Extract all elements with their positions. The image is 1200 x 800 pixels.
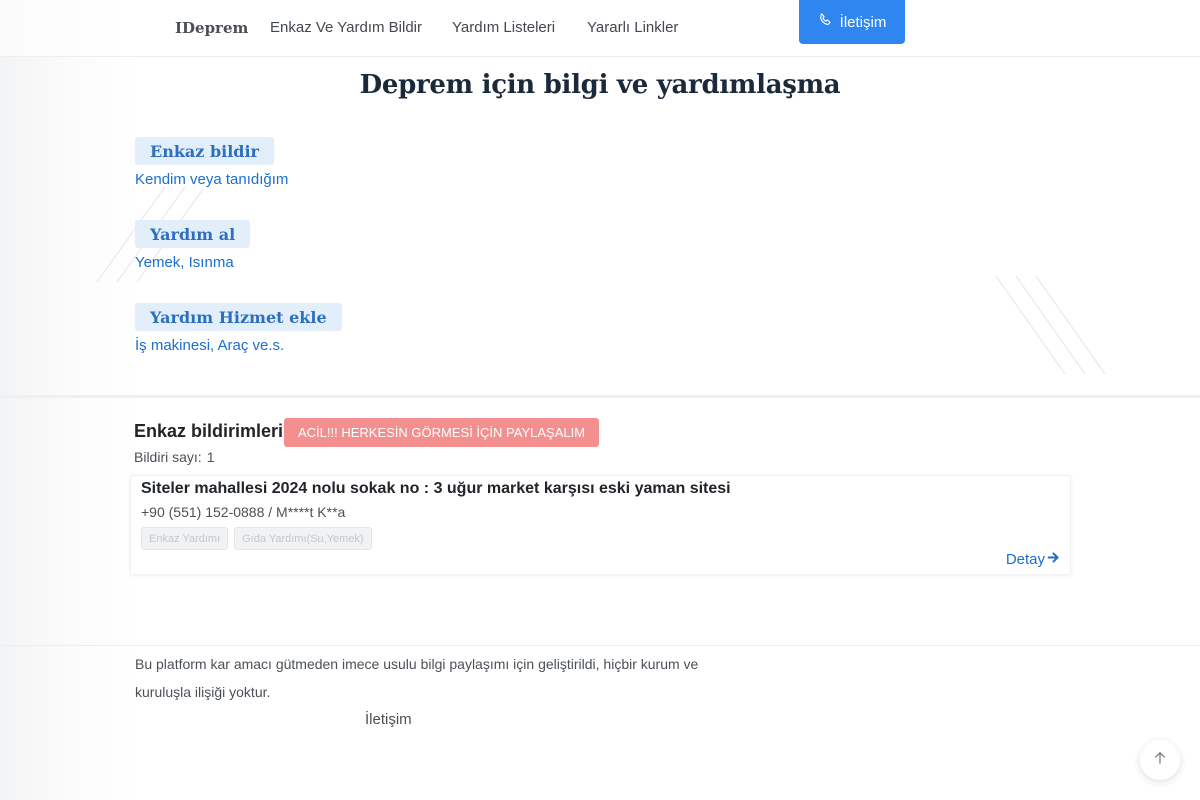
- footer-disclaimer: Bu platform kar amacı gütmeden imece usu…: [135, 656, 699, 700]
- tag-debris-help: Enkaz Yardımı: [141, 527, 229, 550]
- add-service-button[interactable]: Yardım Hizmet ekle: [135, 303, 342, 331]
- report-count-value: 1: [206, 449, 215, 465]
- urgent-share-button[interactable]: ACİL!!! HERKESİN GÖRMESİ İÇİN PAYLAŞALIM: [284, 418, 600, 447]
- nav-link-help-lists[interactable]: Yardım Listeleri: [452, 19, 555, 36]
- report-count-label: Bildiri sayı:: [134, 449, 202, 465]
- nav-link-useful-links[interactable]: Yararlı Linkler: [587, 19, 678, 36]
- report-card[interactable]: Siteler mahallesi 2024 nolu sokak no : 3…: [130, 475, 1071, 575]
- contact-button-label: İletişim: [839, 13, 887, 31]
- brand-logo[interactable]: IDeprem: [175, 19, 248, 37]
- detail-label: Detay: [1005, 551, 1045, 568]
- report-count: Bildiri sayı: 1: [134, 449, 214, 465]
- reports-heading: Enkaz bildirimleri -: [134, 421, 295, 441]
- report-debris-button[interactable]: Enkaz bildir: [135, 137, 274, 165]
- detail-link[interactable]: Detay: [1006, 551, 1060, 568]
- nav-link-report[interactable]: Enkaz Ve Yardım Bildir: [270, 19, 422, 36]
- add-service-subtitle[interactable]: İş makinesi, Araç ve.s.: [135, 337, 342, 354]
- page-title: Deprem için bilgi ve yardımlaşma: [359, 70, 841, 100]
- scroll-to-top-button[interactable]: [1140, 740, 1180, 780]
- report-address: Siteler mahallesi 2024 nolu sokak no : 3…: [141, 480, 731, 497]
- report-contact: +90 (551) 152-0888 / M****t K**a: [141, 504, 346, 520]
- get-help-button[interactable]: Yardım al: [135, 220, 251, 248]
- arrow-right-icon: [1047, 551, 1060, 568]
- action-get-help: Yardım al Yemek, Isınma: [135, 220, 251, 271]
- footer-contact-link[interactable]: İletişim: [365, 711, 412, 728]
- contact-button[interactable]: İletişim: [799, 0, 905, 44]
- action-add-service: Yardım Hizmet ekle İş makinesi, Araç ve.…: [135, 303, 342, 354]
- get-help-subtitle[interactable]: Yemek, Isınma: [135, 254, 250, 271]
- phone-icon: [818, 13, 832, 31]
- report-tags: Enkaz Yardımı Gıda Yardımı(Su,Yemek): [141, 527, 372, 550]
- arrow-up-icon: [1153, 751, 1167, 770]
- navbar: IDeprem Enkaz Ve Yardım Bildir Yardım Li…: [0, 0, 1200, 57]
- action-report-debris: Enkaz bildir Kendim veya tanıdığım: [135, 137, 288, 188]
- tag-food-help: Gıda Yardımı(Su,Yemek): [234, 527, 372, 550]
- section-divider: [0, 395, 1200, 398]
- footer-divider: [0, 645, 1200, 646]
- decorative-lines-right: [995, 275, 1106, 375]
- report-debris-subtitle[interactable]: Kendim veya tanıdığım: [135, 171, 288, 188]
